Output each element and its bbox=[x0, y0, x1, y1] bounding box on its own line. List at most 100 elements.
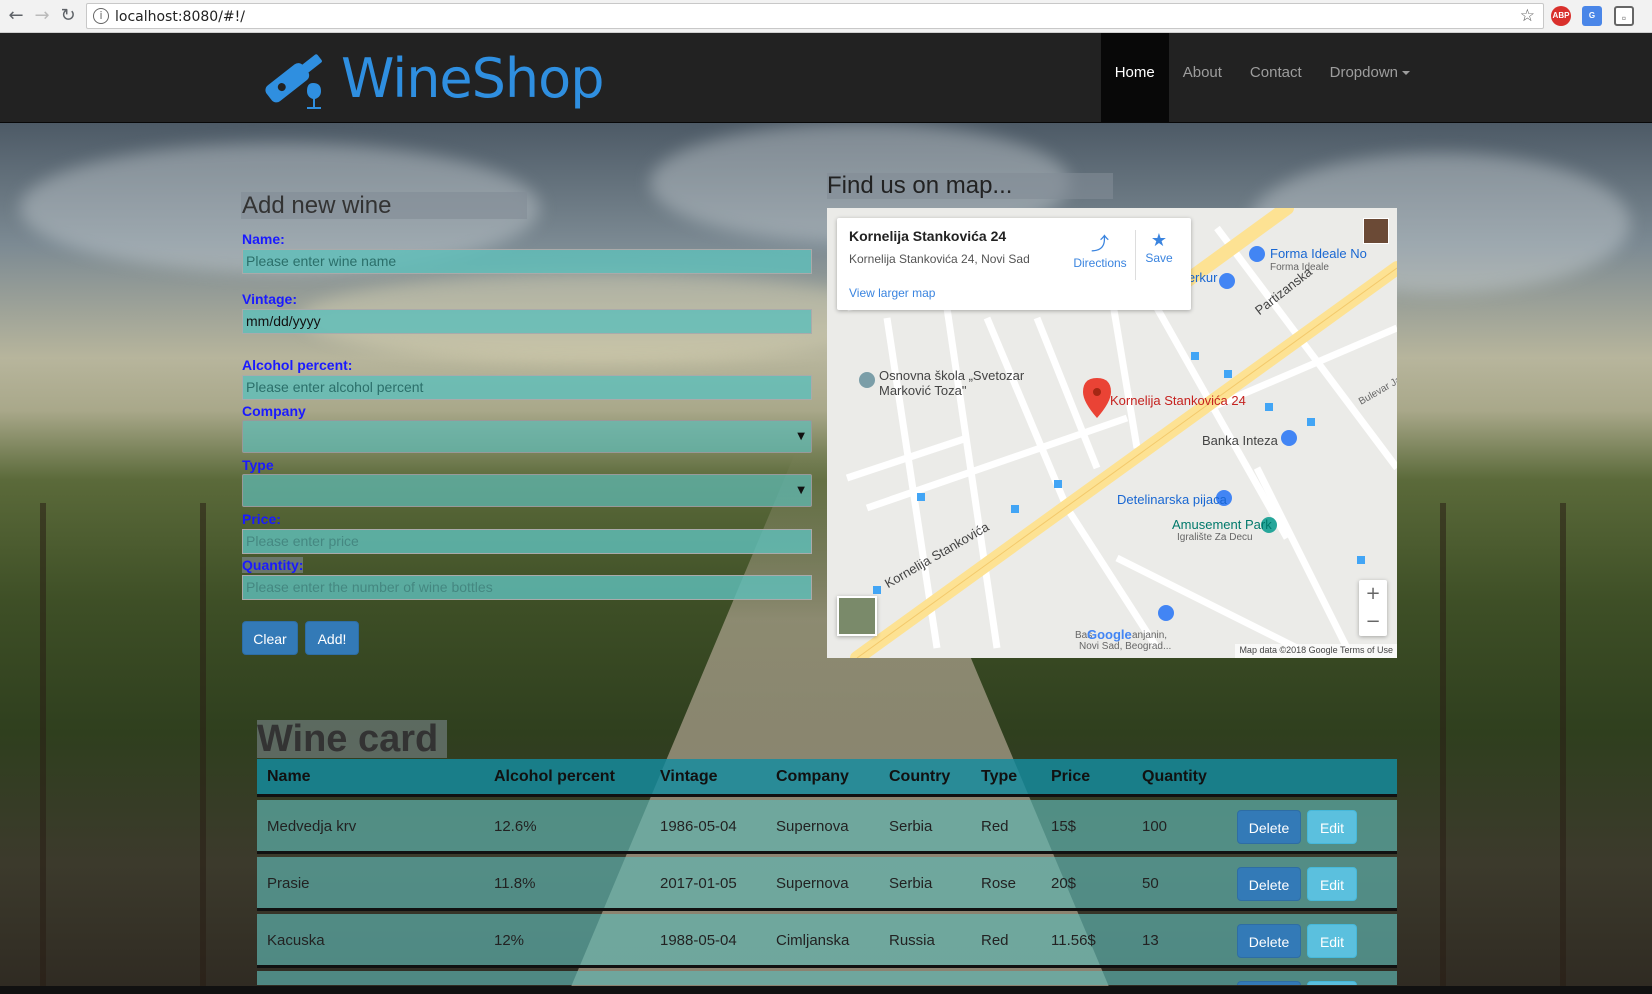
brand-name: WineShop bbox=[341, 46, 604, 110]
reload-icon[interactable]: ↻ bbox=[56, 4, 80, 28]
translate-icon[interactable]: G bbox=[1582, 6, 1602, 26]
table-row: Kacuska 12% 1988-05-04 Cimljanska Russia… bbox=[257, 914, 1397, 968]
directions-label: Directions bbox=[1073, 256, 1127, 270]
view-larger-map-link[interactable]: View larger map bbox=[849, 286, 935, 300]
delete-button[interactable]: Delete bbox=[1237, 924, 1301, 958]
cell-price: 11.56$ bbox=[1051, 932, 1096, 949]
cell-company: Supernova bbox=[776, 875, 849, 892]
delete-button[interactable]: Delete bbox=[1237, 810, 1301, 844]
nav-dropdown-label: Dropdown bbox=[1329, 64, 1398, 81]
save-button[interactable]: ★ Save bbox=[1137, 230, 1181, 265]
table-header: Name Alcohol percent Vintage Company Cou… bbox=[257, 759, 1397, 797]
quantity-label: Quantity: bbox=[242, 557, 304, 573]
cell-alcohol: 12.6% bbox=[494, 818, 537, 835]
quantity-input[interactable]: Please enter the number of wine bottles bbox=[242, 575, 812, 600]
cell-vintage: 1988-05-04 bbox=[660, 932, 737, 949]
back-icon[interactable]: ← bbox=[4, 4, 28, 28]
name-label: Name: bbox=[242, 231, 285, 247]
col-name: Name bbox=[267, 768, 311, 785]
brand-logo[interactable]: WineShop bbox=[255, 45, 604, 111]
cell-country: Russia bbox=[889, 932, 935, 949]
place-name: Kornelija Stankovića 24 bbox=[849, 228, 1007, 244]
zoom-in-icon[interactable]: + bbox=[1359, 580, 1387, 608]
save-label: Save bbox=[1145, 251, 1173, 265]
zoom-controls: + − bbox=[1359, 580, 1387, 636]
cell-price: 15$ bbox=[1051, 818, 1077, 835]
cell-name: Medvedja krv bbox=[267, 818, 357, 835]
nav-about[interactable]: About bbox=[1169, 33, 1236, 123]
place-address: Kornelija Stankovića 24, Novi Sad bbox=[849, 252, 1030, 266]
type-label: Type bbox=[242, 457, 274, 473]
map-label-bas-3: Novi Sad, Beograd... bbox=[1079, 641, 1172, 652]
edit-button[interactable]: Edit bbox=[1307, 867, 1357, 901]
col-type: Type bbox=[981, 768, 1018, 785]
edit-button[interactable]: Edit bbox=[1307, 810, 1357, 844]
directions-button[interactable]: ⤴ Directions bbox=[1065, 230, 1135, 270]
edit-button[interactable] bbox=[1307, 981, 1357, 985]
cell-vintage: 2017-01-05 bbox=[660, 875, 737, 892]
form-title: Add new wine bbox=[241, 192, 527, 219]
url-text: localhost:8080/#!/ bbox=[115, 9, 245, 25]
price-input[interactable]: Please enter price bbox=[242, 529, 812, 554]
col-company: Company bbox=[776, 768, 849, 785]
nav-home[interactable]: Home bbox=[1100, 33, 1169, 123]
col-country: Country bbox=[889, 768, 951, 785]
map-label-park-sub: Igralište Za Decu bbox=[1177, 532, 1253, 543]
nav-dropdown[interactable]: Dropdown bbox=[1316, 33, 1424, 123]
wine-table: Name Alcohol percent Vintage Company Cou… bbox=[257, 759, 1397, 985]
clear-button[interactable]: Clear bbox=[242, 621, 298, 655]
taskbar bbox=[0, 986, 1652, 994]
address-bar[interactable]: i localhost:8080/#!/ ☆ bbox=[86, 3, 1544, 29]
extension-icon[interactable]: ▫ bbox=[1614, 6, 1634, 26]
google-logo: Google bbox=[1087, 627, 1132, 642]
google-map[interactable]: Osnovna škola „Svetozar Marković Toza" F… bbox=[827, 208, 1397, 658]
cell-country: Serbia bbox=[889, 818, 933, 835]
zoom-out-icon[interactable]: − bbox=[1359, 608, 1387, 636]
nav-menu: Home About Contact Dropdown bbox=[1100, 33, 1424, 123]
nav-contact[interactable]: Contact bbox=[1236, 33, 1316, 123]
cell-type: Rose bbox=[981, 875, 1017, 892]
alcohol-input[interactable]: Please enter alcohol percent bbox=[242, 375, 812, 400]
directions-icon: ⤴ bbox=[1091, 234, 1109, 255]
cell-company: Cimljanska bbox=[776, 932, 850, 949]
price-label: Price: bbox=[242, 511, 281, 527]
delete-button[interactable]: Delete bbox=[1237, 867, 1301, 901]
delete-button[interactable] bbox=[1237, 981, 1301, 985]
cell-alcohol: 11.8% bbox=[494, 875, 536, 892]
star-icon: ★ bbox=[1150, 230, 1168, 251]
col-price: Price bbox=[1051, 768, 1091, 785]
cell-country: Serbia bbox=[889, 875, 933, 892]
cell-vintage: 1986-05-04 bbox=[660, 818, 737, 835]
adblock-icon[interactable]: ABP bbox=[1551, 6, 1571, 26]
map-title: Find us on map... bbox=[827, 173, 1113, 199]
add-button[interactable]: Add! bbox=[305, 621, 359, 655]
avatar[interactable] bbox=[1363, 218, 1389, 244]
vintage-date-input[interactable]: mm/dd/yyyy bbox=[242, 309, 812, 334]
map-label-forma: Forma Ideale No bbox=[1270, 246, 1367, 261]
edit-button[interactable]: Edit bbox=[1307, 924, 1357, 958]
map-label-bas-2: anjanin, bbox=[1132, 630, 1168, 641]
company-select[interactable]: ▼ bbox=[242, 420, 812, 453]
select-arrow-icon: ▼ bbox=[797, 485, 805, 496]
map-footer[interactable]: Map data ©2018 Google Terms of Use bbox=[1235, 644, 1397, 658]
map-label-pijaca: Detelinarska pijaca bbox=[1117, 492, 1227, 507]
col-vintage: Vintage bbox=[660, 768, 718, 785]
info-icon[interactable]: i bbox=[93, 8, 109, 24]
company-label: Company bbox=[242, 403, 306, 419]
cell-price: 20$ bbox=[1051, 875, 1077, 892]
cell-quantity: 100 bbox=[1142, 818, 1168, 835]
map-label-park: Amusement Park bbox=[1172, 517, 1272, 532]
forward-icon[interactable]: → bbox=[30, 4, 54, 28]
satellite-toggle[interactable] bbox=[837, 596, 877, 636]
bookmark-star-icon[interactable]: ☆ bbox=[1520, 6, 1535, 26]
map-label-school: Osnovna škola „Svetozar bbox=[879, 368, 1025, 383]
table-row bbox=[257, 971, 1397, 985]
cell-company: Supernova bbox=[776, 818, 849, 835]
alcohol-label: Alcohol percent: bbox=[242, 357, 353, 373]
caret-down-icon bbox=[1402, 71, 1410, 76]
map-label-banka: Banka Inteza bbox=[1202, 433, 1278, 448]
name-input[interactable]: Please enter wine name bbox=[242, 249, 812, 274]
browser-toolbar: ← → ↻ i localhost:8080/#!/ ☆ ABP G ▫ bbox=[0, 0, 1652, 33]
type-select[interactable]: ▼ bbox=[242, 474, 812, 507]
wine-card-title: Wine card bbox=[257, 720, 447, 758]
